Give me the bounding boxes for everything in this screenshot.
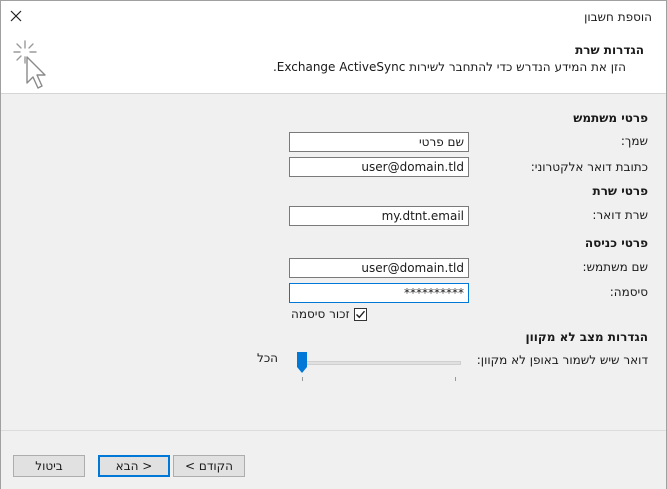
slider-tick xyxy=(455,377,456,381)
cursor-sparkle-icon xyxy=(13,40,46,89)
wizard-header: הגדרות שרת הזן את המידע הנדרש כדי להתחבר… xyxy=(1,35,666,93)
close-button[interactable] xyxy=(5,5,27,27)
checkmark-icon xyxy=(355,310,365,318)
add-account-dialog: הוספת חשבון הגדרות שרת הזן את המידע הנדר… xyxy=(0,0,667,489)
back-button[interactable]: < הקודם xyxy=(173,455,245,477)
name-input[interactable] xyxy=(289,132,469,152)
next-button[interactable]: הבא > xyxy=(98,455,170,477)
login-info-title: פרטי כניסה xyxy=(584,236,648,250)
offline-mail-label: דואר שיש לשמור באופן לא מקוון: xyxy=(476,353,648,367)
server-info-title: פרטי שרת xyxy=(592,184,649,198)
close-icon xyxy=(10,10,22,22)
username-input[interactable] xyxy=(289,258,469,278)
offline-mail-slider-thumb[interactable] xyxy=(297,352,307,374)
remember-password-label: זכור סיסמה xyxy=(291,307,350,321)
window-title: הוספת חשבון xyxy=(584,10,652,24)
wizard-footer: ביטול הבא > < הקודם xyxy=(1,431,666,489)
username-label: שם משתמש: xyxy=(582,260,648,274)
email-input[interactable] xyxy=(289,157,469,177)
cancel-button[interactable]: ביטול xyxy=(13,455,85,477)
offline-settings-title: הגדרות מצב לא מקוון xyxy=(525,330,648,344)
name-label: שמך: xyxy=(620,134,648,148)
password-label: סיסמה: xyxy=(609,285,648,299)
slider-tick xyxy=(302,377,303,381)
header-description: הזן את המידע הנדרש כדי להתחבר לשירות Exc… xyxy=(272,60,626,74)
offline-mail-slider-value: הכל xyxy=(257,351,279,365)
title-bar: הוספת חשבון xyxy=(1,1,666,35)
header-title: הגדרות שרת xyxy=(575,43,644,57)
remember-password-row[interactable]: זכור סיסמה xyxy=(291,307,367,321)
remember-password-checkbox[interactable] xyxy=(353,307,367,321)
mail-server-label: שרת דואר: xyxy=(592,208,648,222)
mail-server-input[interactable] xyxy=(289,206,469,226)
offline-mail-slider-track[interactable] xyxy=(301,361,461,365)
user-info-title: פרטי משתמש xyxy=(573,111,648,125)
password-input[interactable] xyxy=(289,283,469,303)
email-label: כתובת דואר אלקטרוני: xyxy=(530,160,648,174)
settings-panel: פרטי משתמש שמך: כתובת דואר אלקטרוני: פרט… xyxy=(1,94,666,430)
